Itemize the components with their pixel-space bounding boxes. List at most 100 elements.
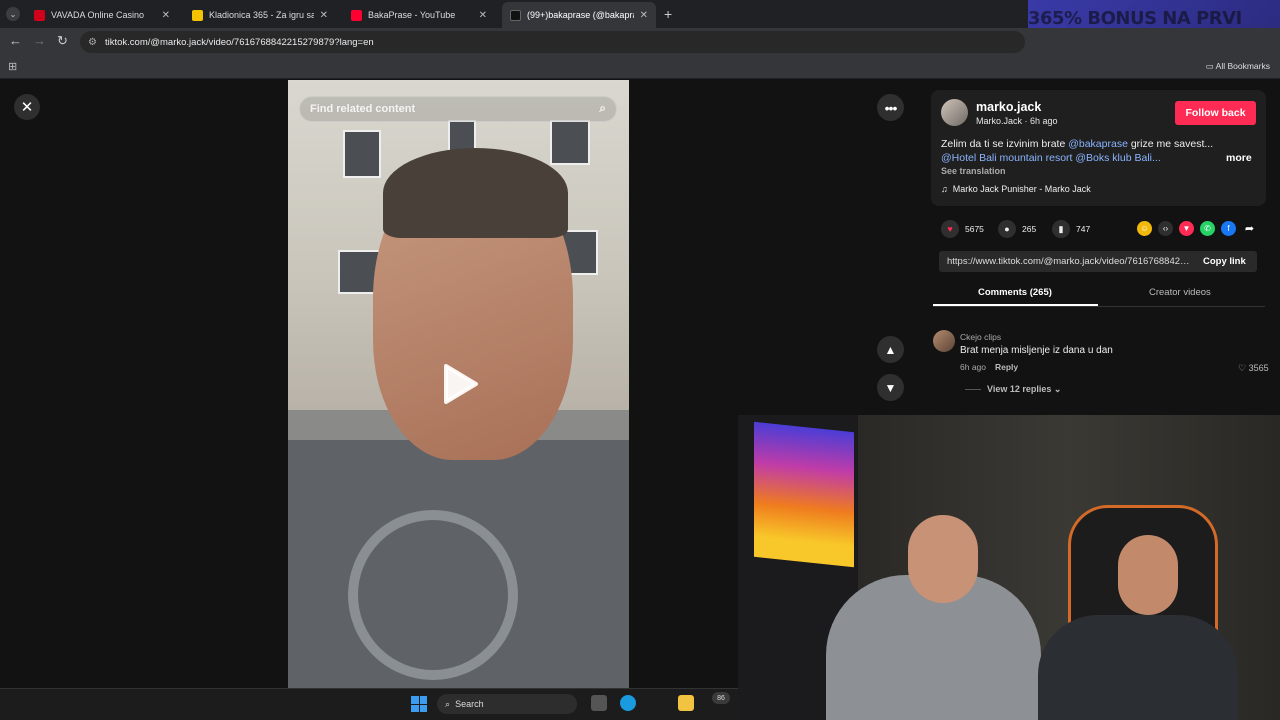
comment-like-button[interactable]: ♡ 3565 (1238, 363, 1269, 374)
play-icon[interactable] (440, 362, 480, 406)
music-note-icon: ♫ (941, 184, 948, 194)
whatsapp-icon[interactable]: ✆ (1200, 221, 1215, 236)
forward-arrow-icon[interactable]: → (33, 33, 46, 48)
see-translation-link[interactable]: See translation (941, 166, 1006, 176)
description-tags[interactable]: @Hotel Bali mountain resort @Boks klub B… (941, 152, 1161, 164)
friends-share-icon[interactable]: ☺ (1137, 221, 1152, 236)
close-tab-icon[interactable]: ✕ (162, 10, 170, 21)
apps-grid-icon[interactable]: ⊞ (8, 60, 17, 73)
tab-vavada[interactable]: VAVADA Online Casino ✕ (26, 2, 178, 28)
comment-username[interactable]: Ckejo clips (960, 332, 1001, 342)
comment-button[interactable]: ● 265 (998, 220, 1036, 238)
description-text: Zelim da ti se izvinim brate (941, 138, 1069, 150)
embed-icon[interactable]: ‹› (1158, 221, 1173, 236)
streamer-right-face (1118, 535, 1178, 615)
chevron-down-icon: ▼ (884, 380, 897, 395)
edge-icon[interactable] (620, 695, 636, 711)
windows-start-icon[interactable] (411, 696, 427, 712)
task-view-icon[interactable] (591, 695, 607, 711)
url-input[interactable]: ⚙ tiktok.com/@marko.jack/video/761676884… (80, 31, 1025, 53)
tab-divider (933, 306, 1265, 307)
shirt-logo (348, 510, 518, 680)
tv-fireplace-screen (754, 421, 854, 568)
ellipsis-icon: ••• (884, 99, 898, 116)
close-video-button[interactable]: ✕ (14, 94, 40, 120)
tiktok-favicon-icon (510, 9, 521, 21)
comment-bubble-icon: ● (998, 220, 1016, 238)
follow-back-button[interactable]: Follow back (1175, 101, 1256, 125)
music-title: Marko Jack Punisher - Marko Jack (952, 184, 1091, 194)
bookmark-icon: ▮ (1052, 220, 1070, 238)
file-explorer-icon[interactable] (678, 695, 694, 711)
search-placeholder: Find related content (310, 103, 416, 115)
all-bookmarks-link[interactable]: ▭ All Bookmarks (1206, 61, 1270, 72)
heart-icon: ♥ (941, 220, 959, 238)
mention-link[interactable]: @bakaprase (1068, 138, 1128, 150)
close-tab-icon[interactable]: ✕ (320, 10, 328, 21)
display-name: Marko.Jack (976, 116, 1023, 126)
music-link[interactable]: ♫ Marko Jack Punisher - Marko Jack (941, 184, 1091, 194)
tab-search-button[interactable]: ⌄ (6, 7, 20, 21)
video-subject-hair (383, 148, 568, 238)
comment-like-count: 3565 (1248, 363, 1269, 373)
window-shape (550, 120, 590, 165)
close-tab-icon[interactable]: ✕ (479, 10, 487, 21)
tab-title: BakaPrase - YouTube (368, 10, 456, 20)
like-button[interactable]: ♥ 5675 (941, 220, 984, 238)
chevron-up-icon: ▲ (884, 342, 897, 357)
back-arrow-icon[interactable]: ← (9, 33, 22, 48)
description: Zelim da ti se izvinim brate @bakaprase … (941, 138, 1213, 150)
view-replies-label: View 12 replies (987, 384, 1052, 394)
address-bar-row: ← → ↻ ⚙ tiktok.com/@marko.jack/video/761… (0, 28, 1280, 55)
search-icon: ⌕ (445, 698, 451, 709)
kladionica-favicon-icon (192, 9, 203, 21)
tab-creator-videos[interactable]: Creator videos (1149, 287, 1211, 298)
post-time: 6h ago (1030, 116, 1058, 126)
reply-button[interactable]: Reply (995, 362, 1018, 372)
like-count: 5675 (965, 224, 984, 234)
author-subline: Marko.Jack · 6h ago (976, 116, 1058, 126)
tab-title: Kladionica 365 - Za igru sa drug (209, 10, 314, 20)
close-tab-icon[interactable]: ✕ (640, 10, 648, 21)
share-link-input[interactable]: https://www.tiktok.com/@marko.jack/video… (947, 256, 1191, 267)
chevron-down-icon: ⌄ (1053, 384, 1062, 394)
search-icon[interactable]: ⌕ (599, 101, 606, 116)
username[interactable]: marko.jack (976, 100, 1041, 114)
comment-text: Brat menja misljenje iz dana u dan (960, 345, 1113, 356)
facebook-icon[interactable]: f (1221, 221, 1236, 236)
more-options-button[interactable]: ••• (877, 94, 904, 121)
description-text-end: grize me savest... (1127, 138, 1214, 150)
copy-link-button[interactable]: Copy link (1203, 256, 1246, 267)
site-settings-icon[interactable]: ⚙ (88, 37, 97, 48)
save-count: 747 (1076, 224, 1091, 234)
folder-icon: ▭ (1205, 61, 1214, 71)
taskbar-search[interactable]: ⌕ Search (437, 694, 577, 714)
view-replies-button[interactable]: View 12 replies ⌄ (965, 384, 1061, 395)
next-video-button[interactable]: ▼ (877, 374, 904, 401)
comment-avatar[interactable] (933, 330, 955, 352)
share-arrow-icon[interactable]: ➦ (1242, 221, 1257, 236)
reload-icon[interactable]: ↻ (57, 33, 68, 49)
comment-time: 6h ago (960, 362, 986, 372)
youtube-favicon-icon (351, 9, 362, 21)
more-link[interactable]: more (1226, 152, 1252, 164)
divider-dash (965, 389, 981, 391)
vavada-favicon-icon (34, 9, 45, 21)
streamer-right-body (1038, 615, 1238, 720)
new-tab-icon[interactable]: + (664, 6, 672, 22)
tab-kladionica[interactable]: Kladionica 365 - Za igru sa drug ✕ (184, 2, 336, 28)
heart-outline-icon: ♡ (1238, 363, 1247, 373)
save-button[interactable]: ▮ 747 (1052, 220, 1090, 238)
tab-title: (99+)bakaprase (@bakaprase) | (527, 10, 634, 20)
tab-tiktok[interactable]: (99+)bakaprase (@bakaprase) | ✕ (502, 2, 656, 28)
tab-youtube[interactable]: BakaPrase - YouTube ✕ (343, 2, 495, 28)
send-icon[interactable]: ▼ (1179, 221, 1194, 236)
tab-title: VAVADA Online Casino (51, 10, 145, 20)
webcam-overlay (738, 415, 1280, 720)
comment-count: 265 (1022, 224, 1037, 234)
avatar[interactable] (941, 99, 968, 126)
tab-comments[interactable]: Comments (265) (978, 287, 1052, 298)
find-related-search[interactable]: Find related content ⌕ (299, 96, 617, 122)
streamer-left-face (908, 515, 978, 603)
previous-video-button[interactable]: ▲ (877, 336, 904, 363)
